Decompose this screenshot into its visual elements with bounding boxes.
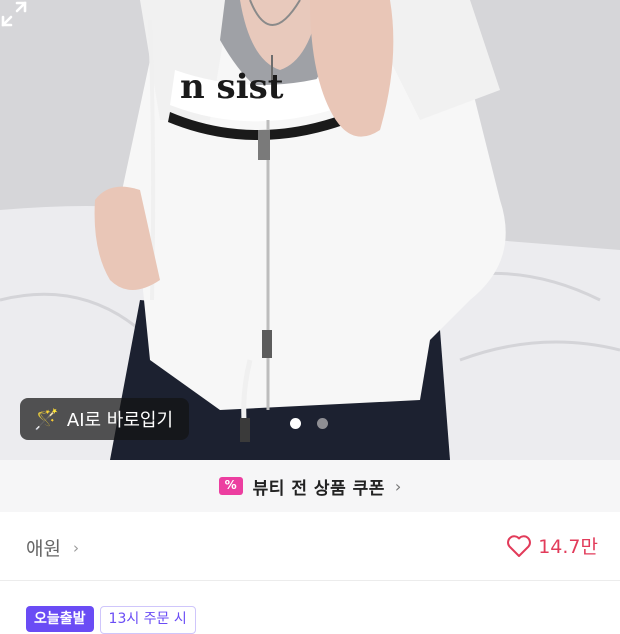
- seller-name: 애원: [26, 538, 61, 560]
- expand-icon[interactable]: [0, 0, 28, 28]
- delivery-badges: 오늘출발 13시 주문 시: [26, 606, 196, 634]
- carousel-dot-active[interactable]: [290, 418, 301, 429]
- magic-wand-icon: 🪄: [34, 407, 59, 431]
- coupon-ticket-icon: %: [218, 477, 243, 495]
- carousel-indicator: [290, 418, 328, 429]
- svg-text:n sist: n sist: [180, 67, 284, 107]
- ai-try-on-label: AI로 바로입기: [66, 410, 174, 431]
- like-count: 14.7만: [538, 536, 598, 558]
- coupon-banner[interactable]: % 뷰티 전 상품 쿠폰 ›: [0, 460, 620, 512]
- ai-try-on-button[interactable]: 🪄 AI로 바로입기: [20, 398, 190, 440]
- seller-link[interactable]: 애원 ›: [26, 534, 79, 561]
- product-photo[interactable]: n sist 🪄 AI로 바로입기: [0, 0, 620, 460]
- product-image: n sist: [0, 0, 620, 460]
- coupon-banner-label: 뷰티 전 상품 쿠폰: [252, 478, 385, 499]
- heart-icon: [507, 534, 532, 557]
- order-cutoff-badge: 13시 주문 시: [99, 606, 196, 634]
- today-shipping-badge: 오늘출발: [26, 606, 94, 632]
- seller-row: 애원 › 14.7만: [0, 512, 620, 581]
- chevron-right-icon: ›: [394, 476, 402, 496]
- like-button[interactable]: 14.7만: [506, 532, 598, 559]
- carousel-dot[interactable]: [317, 418, 328, 429]
- chevron-right-icon: ›: [72, 538, 79, 557]
